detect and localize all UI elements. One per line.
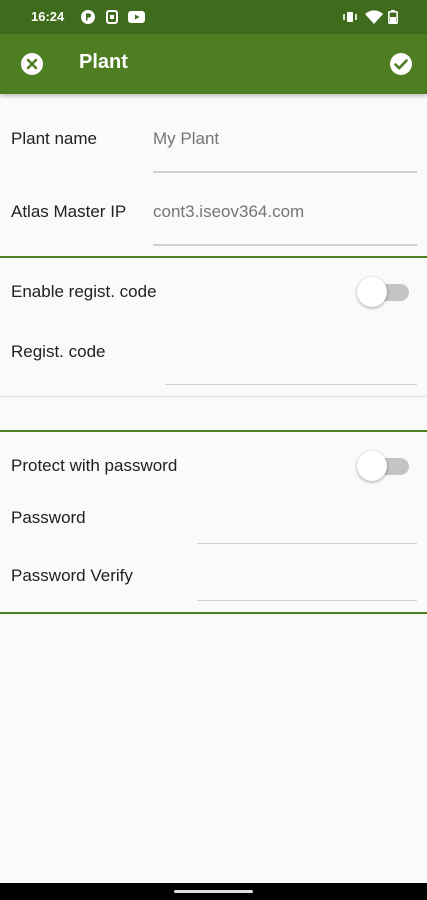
password-label: Password — [11, 508, 86, 527]
battery-icon — [388, 10, 398, 24]
page-title: Plant — [79, 51, 128, 73]
status-bar: 16:24 — [0, 0, 427, 34]
protect-with-password-label: Protect with password — [11, 456, 178, 475]
protect-with-password-toggle[interactable] — [357, 449, 413, 483]
plant-name-label: Plant name — [11, 129, 97, 148]
home-handle[interactable] — [174, 890, 253, 893]
section-divider — [0, 256, 427, 258]
wifi-icon — [365, 10, 383, 24]
enable-regist-code-toggle[interactable] — [357, 275, 413, 309]
sync-icon — [106, 10, 118, 24]
app-bar: Plant — [0, 34, 427, 94]
plant-name-underline — [153, 171, 417, 173]
status-time: 16:24 — [31, 9, 65, 24]
atlas-master-ip-input[interactable]: cont3.iseov364.com — [153, 202, 304, 222]
section-divider — [0, 430, 427, 432]
password-underline — [197, 543, 417, 544]
toggle-thumb — [357, 451, 387, 481]
close-circle-icon[interactable] — [20, 52, 44, 76]
app-p-icon — [81, 10, 95, 24]
youtube-icon — [128, 11, 145, 23]
vibrate-icon — [343, 12, 357, 22]
navigation-bar — [0, 883, 427, 900]
atlas-master-ip-underline — [153, 244, 417, 246]
section-divider — [0, 612, 427, 614]
check-circle-icon[interactable] — [389, 52, 413, 76]
password-verify-label: Password Verify — [11, 566, 133, 585]
section-divider-light — [0, 396, 427, 397]
password-verify-underline — [197, 600, 417, 601]
regist-code-underline — [165, 384, 417, 385]
toggle-thumb — [357, 277, 387, 307]
atlas-master-ip-label: Atlas Master IP — [11, 202, 127, 221]
plant-name-input[interactable]: My Plant — [153, 129, 219, 149]
regist-code-label: Regist. code — [11, 342, 106, 361]
enable-regist-code-label: Enable regist. code — [11, 282, 157, 301]
